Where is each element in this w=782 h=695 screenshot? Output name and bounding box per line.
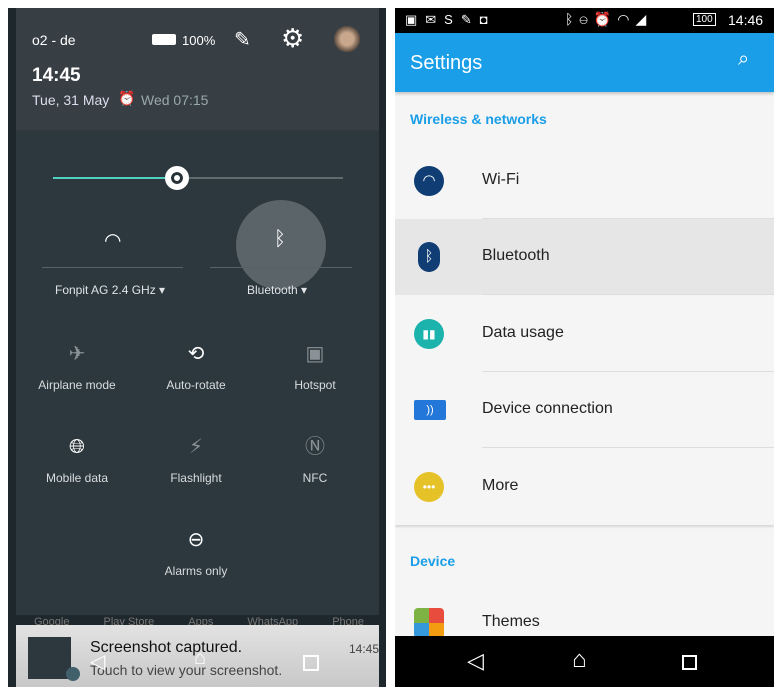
toolbar: Settings ⌕: [395, 33, 774, 92]
rotate-icon: ⟲: [187, 343, 205, 365]
item-label: Wi-Fi: [482, 171, 520, 188]
wifi-network-dropdown[interactable]: Fonpit AG 2.4 GHz ▾: [55, 283, 165, 297]
item-label: Data usage: [482, 324, 564, 341]
quick-settings-screenshot: o2 - de 100% ✎ ⚙ 14:45 Tue, 31 May ⏰ Wed…: [8, 8, 386, 687]
tile-label: Auto-rotate: [166, 378, 226, 392]
brightness-fill: [53, 177, 175, 179]
home-icon[interactable]: ⌂: [194, 647, 206, 670]
tile-label: Alarms only: [164, 564, 228, 578]
item-label: More: [482, 477, 519, 494]
wifi-icon[interactable]: ◠: [104, 228, 121, 253]
status-time: 14:46: [728, 12, 764, 28]
date-label: Tue, 31 May: [32, 92, 110, 108]
status-bar: ▣✉S✎◘ ᛒ⊖⏰◠◢ 100 14:46: [395, 8, 774, 33]
divider: [482, 447, 774, 448]
divider: [42, 267, 183, 268]
clock-time: 14:45: [32, 65, 81, 86]
hotspot-icon: ▣: [305, 343, 325, 365]
tile-label: Flashlight: [170, 471, 222, 485]
screenshot-notification[interactable]: Screenshot captured. Touch to view your …: [16, 625, 379, 687]
device-connection-icon: )): [414, 400, 446, 420]
tile-nfc[interactable]: Ⓝ NFC: [255, 435, 375, 485]
more-icon: •••: [414, 472, 444, 502]
tile-mobile-data[interactable]: 🌐︎ Mobile data: [17, 435, 137, 485]
item-label: Device connection: [482, 400, 613, 417]
recents-icon[interactable]: [682, 655, 697, 670]
back-icon[interactable]: ◁: [467, 648, 484, 674]
themes-icon: [414, 608, 444, 638]
back-icon[interactable]: ◁: [90, 649, 105, 674]
battery-icon: [152, 34, 176, 45]
tile-airplane-mode[interactable]: ✈ Airplane mode: [17, 342, 137, 392]
edit-icon[interactable]: ✎: [234, 27, 251, 52]
airplane-icon: ✈: [68, 343, 86, 365]
recents-icon[interactable]: [303, 655, 319, 671]
status-icons: ᛒ⊖⏰◠◢: [565, 11, 653, 27]
bluetooth-label: Bluetooth: [247, 283, 298, 297]
screenshot-thumbnail: [28, 637, 71, 679]
user-avatar[interactable]: [334, 26, 360, 52]
quick-settings-header: o2 - de 100% ✎ ⚙ 14:45 Tue, 31 May ⏰ Wed…: [16, 8, 379, 130]
divider: [482, 294, 774, 295]
next-alarm[interactable]: Wed 07:15: [141, 92, 208, 108]
tile-label: Airplane mode: [38, 378, 116, 392]
brightness-slider[interactable]: [53, 166, 343, 190]
settings-item-wifi[interactable]: ◠ Wi-Fi: [395, 143, 774, 219]
item-label: Themes: [482, 613, 540, 630]
home-icon[interactable]: ⌂: [572, 646, 587, 674]
screenshot-app-icon: [66, 667, 80, 681]
search-icon[interactable]: ⌕: [738, 48, 749, 71]
section-header-wireless: Wireless & networks: [410, 111, 547, 127]
notification-title: Screenshot captured.: [90, 639, 243, 656]
tile-auto-rotate[interactable]: ⟲ Auto-rotate: [136, 342, 256, 392]
wifi-network-label: Fonpit AG 2.4 GHz: [55, 283, 156, 297]
tile-flashlight[interactable]: ⚡︎ Flashlight: [136, 435, 256, 485]
bluetooth-icon[interactable]: ᛒ: [274, 228, 286, 251]
settings-screenshot: ▣✉S✎◘ ᛒ⊖⏰◠◢ 100 14:46 Settings ⌕ Wireles…: [395, 8, 774, 687]
bluetooth-icon: ᛒ: [418, 242, 440, 272]
nfc-icon: Ⓝ: [305, 436, 325, 458]
carrier-label: o2 - de: [32, 32, 76, 48]
battery-percent: 100%: [182, 33, 216, 48]
tile-alarms-only[interactable]: ⊖ Alarms only: [136, 528, 256, 578]
alarm-icon: ⏰: [118, 90, 136, 106]
wifi-icon: ◠: [414, 166, 444, 196]
divider: [210, 267, 352, 268]
tile-label: NFC: [302, 471, 328, 485]
page-title: Settings: [410, 52, 483, 74]
settings-item-data-usage[interactable]: ▮▮ Data usage: [395, 296, 774, 372]
settings-item-bluetooth[interactable]: ᛒ Bluetooth: [395, 219, 774, 295]
bluetooth-dropdown[interactable]: Bluetooth ▾: [247, 283, 307, 297]
tile-label: Mobile data: [45, 471, 109, 485]
battery-indicator: 100: [693, 13, 716, 26]
data-usage-icon: ▮▮: [414, 319, 444, 349]
settings-item-more[interactable]: ••• More: [395, 449, 774, 525]
notification-icons: ▣✉S✎◘: [405, 12, 496, 27]
brightness-thumb-icon[interactable]: [165, 166, 189, 190]
globe-icon: 🌐︎: [69, 436, 85, 458]
navigation-bar: ◁ ⌂: [395, 636, 774, 687]
section-header-device: Device: [410, 553, 456, 569]
notification-time: 14:45: [349, 642, 380, 656]
notification-text: Touch to view your screenshot.: [90, 662, 283, 678]
tile-hotspot[interactable]: ▣ Hotspot: [255, 342, 375, 392]
do-not-disturb-icon: ⊖: [187, 529, 205, 551]
settings-gear-icon[interactable]: ⚙: [281, 23, 304, 54]
quick-settings-panel: ◠ ᛒ Fonpit AG 2.4 GHz ▾ Bluetooth ▾ ✈ Air…: [16, 130, 379, 615]
flashlight-icon: ⚡︎: [188, 436, 204, 458]
settings-item-device-connection[interactable]: )) Device connection: [395, 372, 774, 448]
tile-label: Hotspot: [294, 378, 336, 392]
item-label: Bluetooth: [482, 247, 550, 264]
